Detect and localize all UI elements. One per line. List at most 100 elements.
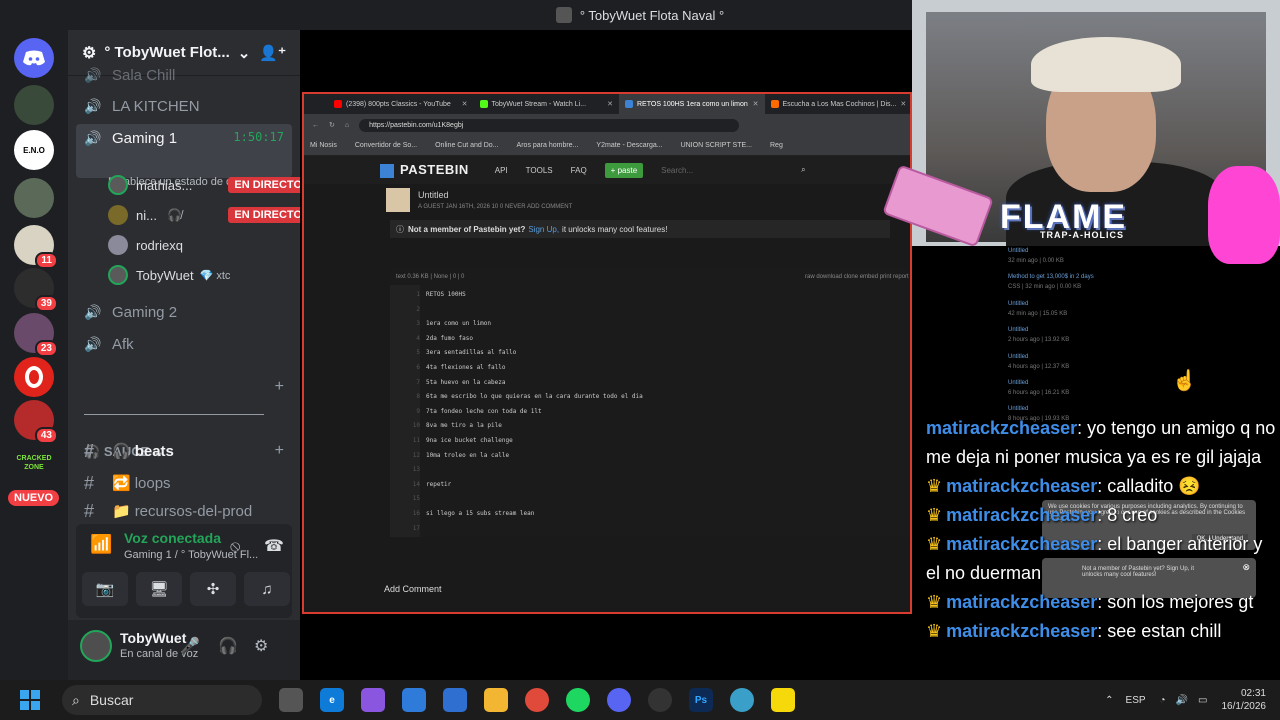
channel-beats[interactable]: # 🎧 beats bbox=[76, 436, 292, 466]
taskbar-search[interactable]: ⌕ Buscar bbox=[62, 685, 262, 715]
server-icon-group[interactable] bbox=[14, 85, 54, 125]
task-view-icon[interactable] bbox=[279, 688, 303, 712]
category-divider bbox=[84, 414, 264, 415]
search-input[interactable]: Search... bbox=[661, 166, 741, 175]
bookmark[interactable]: Y2mate - Descarga... bbox=[596, 142, 662, 149]
reload-icon[interactable]: ↻ bbox=[329, 121, 335, 129]
voice-user[interactable]: mathias... EN DIRECTO bbox=[108, 172, 308, 198]
server-icon-4[interactable]: 11 bbox=[14, 225, 58, 269]
channel-sala-chill[interactable]: 🔊 Sala Chill bbox=[76, 62, 292, 88]
recent-paste-item[interactable]: Untitled 42 min ago | 15.05 KB bbox=[1008, 299, 1158, 319]
headphones-icon[interactable]: 🎧 bbox=[218, 636, 238, 656]
code-line: 6 4ta flexiones al fallo bbox=[390, 364, 910, 371]
bookmark[interactable]: Convertidor de So... bbox=[355, 142, 417, 149]
new-paste-button[interactable]: + paste bbox=[604, 162, 644, 178]
close-icon[interactable]: ✕ bbox=[749, 100, 759, 108]
channel-recursos[interactable]: # 📁 recursos-del-prod bbox=[76, 500, 292, 522]
app-icon[interactable] bbox=[648, 688, 672, 712]
voice-user[interactable]: rodriexq bbox=[108, 232, 308, 258]
channel-loops[interactable]: # 🔁 loops bbox=[76, 468, 292, 498]
discord-home-icon[interactable] bbox=[14, 38, 54, 78]
recent-paste-item[interactable]: Untitled 4 hours ago | 12.37 KB bbox=[1008, 352, 1158, 372]
nav-faq[interactable]: FAQ bbox=[571, 166, 587, 175]
code-line: 17 bbox=[390, 525, 910, 532]
code-line: 13 bbox=[390, 466, 910, 473]
banner-text: it unlocks many cool features! bbox=[562, 224, 668, 234]
back-icon[interactable]: ← bbox=[312, 122, 319, 129]
bookmark[interactable]: UNION SCRIPT STE... bbox=[681, 142, 752, 149]
browser-tab[interactable]: RETOS 100HS 1era como un limon ✕ bbox=[619, 94, 765, 114]
recent-paste-item[interactable]: Untitled 2 hours ago | 13.92 KB bbox=[1008, 325, 1158, 345]
bookmark[interactable]: Aros para hombre... bbox=[517, 142, 579, 149]
code-line: 15 bbox=[390, 495, 910, 502]
code-actions[interactable]: raw download clone embed print report bbox=[805, 274, 909, 280]
server-icon-6[interactable]: 23 bbox=[14, 313, 58, 357]
search-icon[interactable]: ⌕ bbox=[801, 165, 805, 175]
channel-la-kitchen[interactable]: 🔊 LA KITCHEN bbox=[76, 91, 292, 121]
noise-suppression-icon[interactable]: ⦸ bbox=[230, 538, 240, 556]
signup-link[interactable]: Sign Up, bbox=[528, 225, 559, 234]
nav-tools[interactable]: TOOLS bbox=[526, 166, 553, 175]
close-icon[interactable]: ✕ bbox=[458, 100, 468, 108]
camera-off-button[interactable]: 📷 bbox=[82, 572, 128, 606]
browser-tab[interactable]: Escucha a Los Mas Cochinos | Dis... ✕ bbox=[765, 94, 911, 114]
volume-icon[interactable]: 🔊 bbox=[1176, 695, 1188, 706]
voice-user[interactable]: ni... 🎧̸ EN DIRECTO bbox=[108, 202, 308, 228]
activities-button[interactable]: ✣ bbox=[190, 572, 236, 606]
browser-tab[interactable]: TobyWuet Stream - Watch Li... ✕ bbox=[474, 94, 620, 114]
microphone-icon[interactable]: 🎤 bbox=[180, 636, 200, 656]
voice-user[interactable]: TobyWuet 💎 xtc bbox=[108, 262, 308, 288]
invite-people-icon[interactable]: 👤⁺ bbox=[259, 44, 286, 62]
file-explorer-icon[interactable] bbox=[484, 688, 508, 712]
bookmark[interactable]: Mi Nosis bbox=[310, 142, 337, 149]
chevron-up-icon[interactable]: ⌃ bbox=[1105, 695, 1113, 706]
disconnect-icon[interactable]: ☎ bbox=[264, 536, 284, 556]
pastebin-logo[interactable]: PASTEBIN bbox=[380, 162, 469, 178]
recent-paste-item[interactable]: Untitled 32 min ago | 0.00 KB bbox=[1008, 246, 1158, 266]
channel-afk[interactable]: 🔊 Afk bbox=[76, 329, 292, 359]
edge-icon[interactable]: e bbox=[320, 688, 344, 712]
server-icon-eno[interactable]: E.N.O bbox=[14, 130, 54, 170]
store-icon[interactable] bbox=[402, 688, 426, 712]
settings-gear-icon[interactable]: ⚙ bbox=[254, 636, 268, 656]
server-icon-8[interactable]: 43 bbox=[14, 400, 58, 444]
outlook-icon[interactable] bbox=[443, 688, 467, 712]
copilot-icon[interactable] bbox=[361, 688, 385, 712]
add-channel-icon[interactable]: + bbox=[275, 378, 284, 396]
chrome-icon[interactable] bbox=[525, 688, 549, 712]
code-text: 7ta fondeo leche con toda de 1lt bbox=[426, 407, 542, 415]
app-icon[interactable] bbox=[730, 688, 754, 712]
avatar[interactable] bbox=[80, 630, 112, 662]
bookmark[interactable]: Online Cut and Do... bbox=[435, 142, 498, 149]
close-icon[interactable]: ✕ bbox=[603, 100, 613, 108]
photoshop-icon[interactable]: Ps bbox=[689, 688, 713, 712]
channel-gaming-1[interactable]: 🔊 Gaming 1 1:50:17 bbox=[76, 124, 292, 178]
soundboard-button[interactable]: ♫ bbox=[244, 572, 290, 606]
server-icon-5[interactable]: 39 bbox=[14, 268, 58, 312]
url-field[interactable]: https://pastebin.com/u1K8egbj bbox=[359, 118, 740, 132]
spotify-icon[interactable] bbox=[566, 688, 590, 712]
username[interactable]: TobyWuet bbox=[120, 630, 186, 646]
nav-api[interactable]: API bbox=[495, 166, 508, 175]
window-title: ° TobyWuet Flota Naval ° bbox=[579, 7, 725, 23]
bookmark[interactable]: Reg bbox=[770, 142, 783, 149]
battery-icon[interactable]: ▭ bbox=[1198, 695, 1207, 706]
server-icon-opera[interactable] bbox=[14, 357, 54, 397]
browser-tab[interactable]: (2398) 800pts Classics - YouTube ✕ bbox=[328, 94, 474, 114]
home-icon[interactable]: ⌂ bbox=[345, 122, 349, 129]
clock[interactable]: 02:31 16/1/2026 bbox=[1222, 687, 1267, 713]
close-icon[interactable]: ✕ bbox=[896, 100, 906, 108]
wifi-icon[interactable]: ◔ bbox=[1160, 695, 1166, 706]
voice-status[interactable]: Voz conectada bbox=[124, 530, 221, 546]
line-number: 16 bbox=[412, 510, 420, 517]
recent-paste-item[interactable]: Method to get 13,000$ in 2 days CSS | 32 … bbox=[1008, 272, 1158, 292]
server-icon-cracked[interactable]: CRACKED ZONE bbox=[14, 448, 54, 488]
recent-paste-item[interactable]: Untitled 6 hours ago | 16.21 KB bbox=[1008, 378, 1158, 398]
discord-icon[interactable] bbox=[607, 688, 631, 712]
language-indicator[interactable]: ESP bbox=[1126, 695, 1146, 706]
screen-share-button[interactable]: 🖥 bbox=[136, 572, 182, 606]
server-icon-3[interactable] bbox=[14, 178, 54, 218]
channel-gaming-2[interactable]: 🔊 Gaming 2 bbox=[76, 297, 292, 327]
windows-start-icon[interactable] bbox=[20, 690, 40, 710]
notes-icon[interactable] bbox=[771, 688, 795, 712]
